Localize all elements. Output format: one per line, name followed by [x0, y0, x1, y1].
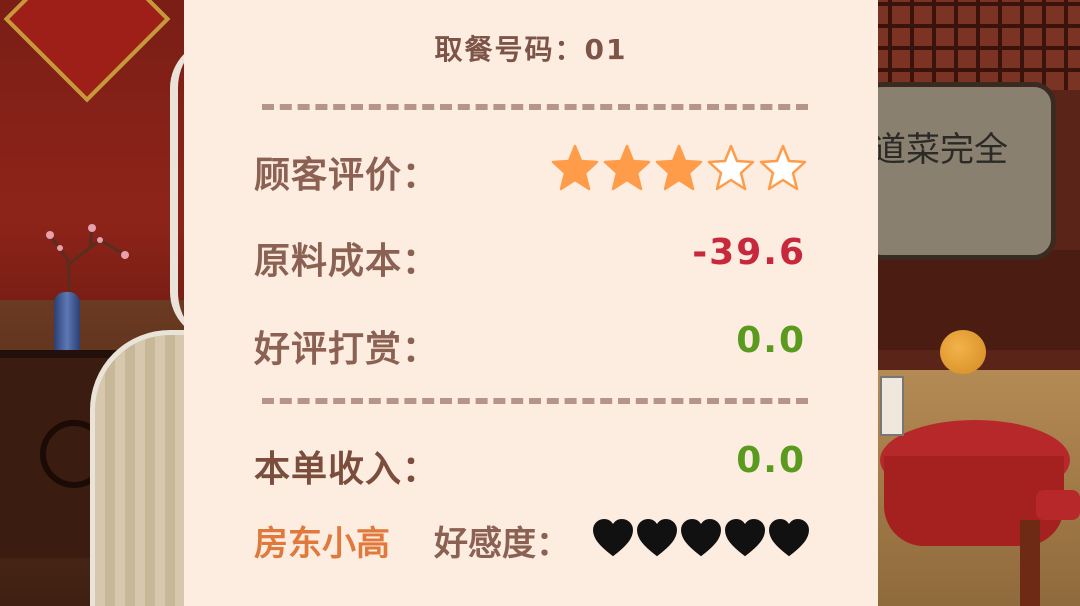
customer-rating-label: 顾客评价： — [254, 155, 440, 196]
speech-bubble-text: 道菜完全 — [872, 130, 1008, 170]
divider — [262, 398, 808, 404]
menu-card — [880, 376, 904, 436]
order-income-label: 本单收入： — [254, 449, 440, 490]
order-receipt-panel: 取餐号码：01 顾客评价： 原料成本： -39.6 好评打赏： 0.0 本单收入… — [184, 0, 878, 606]
order-number: 取餐号码：01 — [434, 33, 628, 66]
favorability-label: 好感度： — [434, 524, 570, 564]
star-filled-icon — [603, 144, 651, 191]
heart-filled-icon — [724, 518, 766, 557]
star-empty-icon — [707, 144, 755, 191]
heart-filled-icon — [636, 518, 678, 557]
star-filled-icon — [551, 144, 599, 191]
landlord-name: 房东小高 — [254, 524, 390, 564]
lattice-window — [870, 0, 1080, 90]
star-empty-icon — [759, 144, 807, 191]
sleeping-cat — [940, 330, 986, 374]
divider — [262, 104, 808, 110]
tip-label: 好评打赏： — [254, 329, 440, 370]
star-filled-icon — [655, 144, 703, 191]
stool — [1036, 490, 1080, 520]
rating-stars — [550, 143, 808, 191]
table-leg — [1020, 520, 1040, 606]
heart-filled-icon — [592, 518, 634, 557]
ingredient-cost-label: 原料成本： — [254, 241, 440, 282]
plum-blossom-branch — [46, 224, 129, 296]
order-income-value: 0.0 — [736, 440, 806, 481]
heart-filled-icon — [680, 518, 722, 557]
tip-value: 0.0 — [736, 320, 806, 361]
favorability-hearts — [592, 518, 810, 558]
heart-filled-icon — [768, 518, 810, 557]
speech-bubble — [860, 82, 1056, 260]
ingredient-cost-value: -39.6 — [692, 232, 806, 273]
